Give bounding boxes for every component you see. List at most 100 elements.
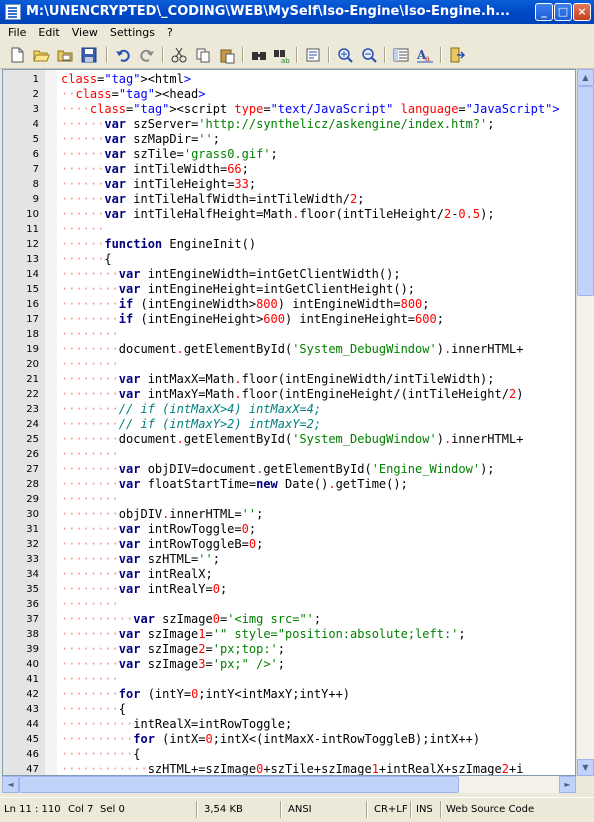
code-editor[interactable]: 1 class="tag"><html> 2 ··class="tag"><head>… [2,69,576,776]
menu-view[interactable]: View [66,24,104,39]
menu-file[interactable]: File [0,24,32,39]
save-icon[interactable] [80,46,98,64]
open-folder-icon[interactable] [56,46,74,64]
minimize-button[interactable]: _ [535,3,553,21]
find-icon[interactable] [250,46,268,64]
close-button[interactable]: × [573,3,591,21]
copy-icon[interactable] [194,46,212,64]
code-line[interactable]: 10 ······var intTileHalfHeight=Math.floor… [3,207,575,222]
zoom-out-icon[interactable] [360,46,378,64]
code-line[interactable]: 31 ········var intRowToggle=0; [3,522,575,537]
code-line[interactable]: 3 ····class="tag"><script type="text/Java… [3,102,575,117]
font-icon[interactable]: Aa [416,46,434,64]
code-line[interactable]: 24 ········// if (intMaxY>2) intMaxY=2; [3,417,575,432]
code-line[interactable]: 18 ········ [3,327,575,342]
code-line[interactable]: 13 ······{ [3,252,575,267]
code-line[interactable]: 6 ······var szTile='grass0.gif'; [3,147,575,162]
line-number: 47 [26,764,39,775]
code-line[interactable]: 21 ········var intMaxX=Math.floor(intEngi… [3,372,575,387]
line-text: ········var intRowToggle=0; [61,522,257,536]
vertical-scroll-thumb[interactable] [577,86,594,296]
code-line[interactable]: 11 ······ [3,222,575,237]
code-line[interactable]: 33 ········var szHTML=''; [3,552,575,567]
status-encoding: ANSI [288,804,312,815]
code-line[interactable]: 26 ········ [3,447,575,462]
menu-edit[interactable]: Edit [32,24,65,39]
exit-icon[interactable] [448,46,466,64]
code-line[interactable]: 17 ········if (intEngineHeight>600) intEn… [3,312,575,327]
scroll-left-button[interactable]: ◄ [2,776,19,793]
code-line[interactable]: 2 ··class="tag"><head> [3,87,575,102]
code-line[interactable]: 45 ··········for (intX=0;intX<(intMaxX-in… [3,732,575,747]
undo-icon[interactable] [114,46,132,64]
code-line[interactable]: 14 ········var intEngineWidth=intGetClien… [3,267,575,282]
code-line[interactable]: 1 class="tag"><html> [3,72,575,87]
code-line[interactable]: 30 ········objDIV.innerHTML=''; [3,507,575,522]
horizontal-scrollbar[interactable]: ◄ ► [2,776,576,793]
status-mode: INS [416,804,433,815]
horizontal-scroll-thumb[interactable] [19,776,459,793]
line-text: ······function EngineInit() [61,237,257,251]
code-line[interactable]: 15 ········var intEngineHeight=intGetClie… [3,282,575,297]
line-text: ········ [61,672,119,686]
code-line[interactable]: 38 ········var szImage1='" style="positio… [3,627,575,642]
scroll-down-button[interactable]: ▼ [577,759,594,776]
open-file-icon[interactable] [32,46,50,64]
scroll-up-button[interactable]: ▲ [577,69,594,86]
line-text: ········{ [61,702,127,716]
code-line[interactable]: 22 ········var intMaxY=Math.floor(intEngi… [3,387,575,402]
line-number: 29 [26,494,39,505]
code-line[interactable]: 41 ········ [3,672,575,687]
code-line[interactable]: 5 ······var szMapDir=''; [3,132,575,147]
notepad-app-icon[interactable] [5,4,21,20]
vertical-scrollbar[interactable]: ▲ ▼ [576,69,594,776]
code-line[interactable]: 8 ······var intTileHeight=33; [3,177,575,192]
code-line[interactable]: 23 ········// if (intMaxX>4) intMaxX=4; [3,402,575,417]
code-line[interactable]: 32 ········var intRowToggleB=0; [3,537,575,552]
code-line[interactable]: 36 ········ [3,597,575,612]
scroll-right-button[interactable]: ► [559,776,576,793]
code-line[interactable]: 29 ········ [3,492,575,507]
code-line[interactable]: 40 ········var szImage3='px;" />'; [3,657,575,672]
code-line[interactable]: 42 ········for (intY=0;intY<intMaxY;intY+… [3,687,575,702]
code-line[interactable]: 9 ······var intTileHalfWidth=intTileWidth… [3,192,575,207]
code-line[interactable]: 25 ········document.getElementById('Syste… [3,432,575,447]
replace-icon[interactable]: abc [272,46,294,65]
code-line[interactable]: 39 ········var szImage2='px;top:'; [3,642,575,657]
line-number: 9 [32,194,39,205]
code-line[interactable]: 35 ········var intRealY=0; [3,582,575,597]
line-number: 37 [26,614,39,625]
code-line[interactable]: 37 ··········var szImage0='<img src="'; [3,612,575,627]
code-line[interactable]: 44 ··········intRealX=intRowToggle; [3,717,575,732]
line-text: ··········for (intX=0;intX<(intMaxX-intR… [61,732,481,746]
code-line[interactable]: 47 ············szHTML+=szImage0+szTile+sz… [3,762,575,775]
paste-icon[interactable] [218,46,236,64]
code-line[interactable]: 43 ········{ [3,702,575,717]
code-line[interactable]: 46 ··········{ [3,747,575,762]
code-line[interactable]: 27 ········var objDIV=document.getElement… [3,462,575,477]
menu-settings[interactable]: Settings [104,24,161,39]
svg-text:abc: abc [281,57,290,64]
code-lines: 1 class="tag"><html> 2 ··class="tag"><head>… [3,72,575,775]
code-line[interactable]: 28 ········var floatStartTime=new Date().… [3,477,575,492]
code-line[interactable]: 12 ······function EngineInit() [3,237,575,252]
code-line[interactable]: 16 ········if (intEngineWidth>800) intEng… [3,297,575,312]
line-numbers-icon[interactable] [392,46,410,64]
code-line[interactable]: 19 ········document.getElementById('Syste… [3,342,575,357]
code-line[interactable]: 20 ········ [3,357,575,372]
redo-icon[interactable] [138,46,156,64]
cut-icon[interactable] [170,46,188,64]
line-text: ······var intTileHeight=33; [61,177,257,191]
code-line[interactable]: 7 ······var intTileWidth=66; [3,162,575,177]
settings-icon[interactable] [304,46,322,64]
menu-help[interactable]: ? [161,24,179,39]
code-line[interactable]: 34 ········var intRealX; [3,567,575,582]
line-number: 41 [26,674,39,685]
line-text: ········var szImage3='px;" />'; [61,657,286,671]
new-file-icon[interactable] [8,46,26,64]
zoom-in-icon[interactable] [336,46,354,64]
code-line[interactable]: 4 ······var szServer='http://synthelicz/a… [3,117,575,132]
maximize-button[interactable]: □ [554,3,572,21]
line-number: 6 [32,149,39,160]
line-number: 15 [26,284,39,295]
